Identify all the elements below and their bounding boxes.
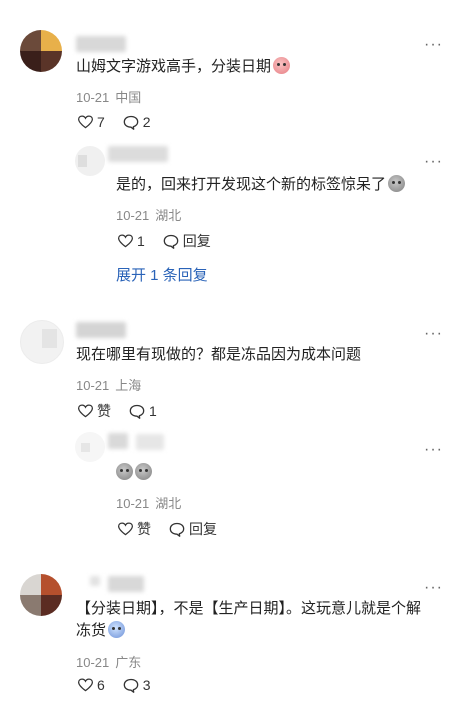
comment-bubble-icon (123, 678, 139, 693)
comment-date: 10-21 (76, 90, 110, 105)
crying-face-emoji-icon (116, 463, 133, 480)
like-label: 赞 (97, 403, 111, 419)
reply-text (116, 462, 152, 484)
reply-actions: 赞 回复 (118, 519, 235, 539)
comment-bubble-icon (123, 115, 139, 130)
heart-icon (78, 678, 93, 692)
comment-text-line-2-content: 冻货 (76, 622, 107, 639)
comment-text-content: 山姆文字游戏高手，分装日期 (76, 58, 272, 75)
reply-like-button[interactable]: 赞 (118, 519, 151, 539)
comment-bubble-icon (169, 522, 185, 537)
reply-reply-label: 回复 (189, 521, 217, 537)
comment-bubble-icon (129, 404, 145, 419)
comment-location: 上海 (115, 378, 142, 393)
username-blurred[interactable] (76, 322, 126, 338)
comment-actions: 7 2 (78, 114, 169, 130)
reply-date: 10-21 (116, 496, 150, 511)
comment-text-content: 现在哪里有现做的？都是冻品因为成本问题 (76, 346, 362, 363)
reply-like-label: 赞 (137, 521, 151, 537)
comment-location: 广东 (115, 655, 142, 670)
like-count: 6 (97, 677, 105, 693)
comment-text: 山姆文字游戏高手，分装日期 (76, 56, 291, 78)
comment-date: 10-21 (76, 378, 110, 393)
reply-avatar[interactable] (75, 432, 105, 462)
expand-replies-link[interactable]: 展开 1 条回复 (116, 264, 208, 285)
crying-face-emoji-icon (108, 621, 126, 638)
more-options-icon[interactable]: ··· (424, 37, 443, 53)
avatar[interactable] (20, 574, 62, 616)
reply-username-blurred[interactable] (108, 146, 168, 162)
heart-icon (118, 522, 133, 536)
username-blurred-2 (108, 576, 144, 592)
avatar[interactable] (20, 30, 62, 72)
comment-text: 【分装日期】，不是【生产日期】。这玩意儿就是个解 冻货 (76, 598, 421, 642)
comment-actions: 6 3 (78, 677, 169, 693)
reply-reply-button[interactable]: 回复 (163, 231, 211, 251)
like-button[interactable]: 赞 (78, 401, 111, 421)
comment-date: 10-21 (76, 655, 110, 670)
reply-avatar[interactable] (75, 146, 105, 176)
comment-meta: 10-21 广东 (76, 652, 141, 671)
avatar[interactable] (20, 320, 64, 364)
reply-more-options-icon[interactable]: ··· (424, 442, 443, 458)
more-options-icon[interactable]: ··· (424, 580, 443, 596)
reply-more-options-icon[interactable]: ··· (424, 154, 443, 170)
reply-meta: 10-21 湖北 (116, 493, 181, 512)
reply-count: 2 (142, 114, 151, 130)
username-blurred[interactable] (76, 36, 126, 52)
comment-meta: 10-21 中国 (76, 87, 141, 106)
like-button[interactable]: 7 (78, 114, 105, 130)
heart-icon (118, 234, 133, 248)
reply-count: 1 (149, 403, 157, 419)
reply-like-button[interactable]: 1 (118, 233, 145, 249)
like-count: 7 (97, 114, 105, 130)
reply-actions: 1 回复 (118, 231, 229, 251)
reply-reply-button[interactable]: 回复 (169, 519, 217, 539)
reply-like-count: 1 (137, 233, 145, 249)
comment-text-line-1: 【分装日期】，不是【生产日期】。这玩意儿就是个解 (76, 600, 422, 617)
comment-meta: 10-21 上海 (76, 375, 141, 394)
reply-meta: 10-21 湖北 (116, 205, 181, 224)
reply-location: 湖北 (155, 496, 182, 511)
like-button[interactable]: 6 (78, 677, 105, 693)
reply-location: 湖北 (155, 208, 182, 223)
comment-location: 中国 (115, 90, 142, 105)
more-options-icon[interactable]: ··· (424, 326, 443, 342)
comment-text-line-2: 冻货 (76, 620, 421, 642)
username-blurred[interactable] (90, 576, 100, 586)
comment-text: 现在哪里有现做的？都是冻品因为成本问题 (76, 344, 361, 366)
reply-reply-label: 回复 (182, 233, 211, 249)
pig-face-emoji-icon (273, 57, 291, 74)
reply-text-content: 是的，回来打开发现这个新的标签惊呆了 (116, 176, 387, 193)
heart-icon (78, 404, 93, 418)
comment-bubble-icon (163, 234, 179, 249)
crying-face-emoji-icon (135, 463, 152, 480)
reply-count: 3 (142, 677, 151, 693)
reply-button[interactable]: 1 (129, 403, 157, 419)
reply-button[interactable]: 2 (123, 114, 151, 130)
heart-icon (78, 115, 93, 129)
crying-face-emoji-icon (388, 175, 406, 192)
comment-actions: 赞 1 (78, 401, 175, 421)
reply-username-blurred[interactable] (108, 433, 128, 449)
reply-text: 是的，回来打开发现这个新的标签惊呆了 (116, 174, 406, 196)
reply-date: 10-21 (116, 208, 150, 223)
reply-username-blurred-2 (136, 434, 164, 450)
reply-button[interactable]: 3 (123, 677, 151, 693)
